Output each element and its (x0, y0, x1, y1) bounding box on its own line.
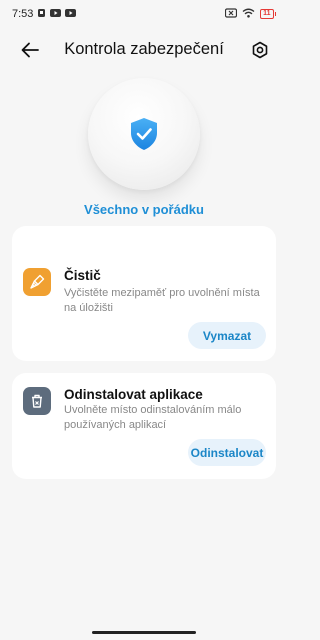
security-status-text: Všechno v pořádku (84, 202, 204, 217)
back-button[interactable] (14, 34, 46, 66)
security-status-orb (88, 78, 200, 190)
uninstall-description: Uvolněte místo odinstalováním málo použí… (64, 404, 242, 431)
cleaner-description: Vyčistěte mezipaměť pro uvolnění místa n… (64, 287, 260, 314)
shield-check-icon (131, 118, 157, 150)
uninstall-button[interactable]: Odinstalovat (188, 439, 266, 466)
battery-icon: 11 (260, 9, 276, 19)
wifi-icon (242, 8, 255, 21)
arrow-left-icon (21, 42, 39, 58)
status-left: 7:53 (12, 8, 77, 21)
nfc-icon (37, 8, 46, 21)
gear-icon (252, 41, 268, 59)
settings-button[interactable] (244, 34, 276, 66)
clear-button[interactable]: Vymazat (188, 322, 266, 349)
uninstall-title: Odinstalovat aplikace (64, 387, 203, 402)
app-header: Kontrola zabezpečení (0, 30, 288, 70)
battery-saver-icon (224, 7, 238, 21)
youtube-icon (65, 8, 77, 20)
status-time: 7:53 (12, 8, 34, 20)
status-right: 11 (224, 7, 276, 21)
battery-level: 11 (260, 9, 274, 19)
cleaner-card: Čistič Vyčistěte mezipaměť pro uvolnění … (12, 226, 276, 361)
status-bar: 7:53 11 (0, 0, 288, 28)
page-title: Kontrola zabezpečení (64, 40, 224, 58)
trash-icon (23, 387, 51, 415)
broom-icon (23, 268, 51, 296)
youtube-icon (50, 8, 62, 20)
home-indicator[interactable] (92, 631, 196, 634)
uninstall-card: Odinstalovat aplikace Uvolněte místo odi… (12, 373, 276, 479)
cleaner-title: Čistič (64, 268, 101, 283)
